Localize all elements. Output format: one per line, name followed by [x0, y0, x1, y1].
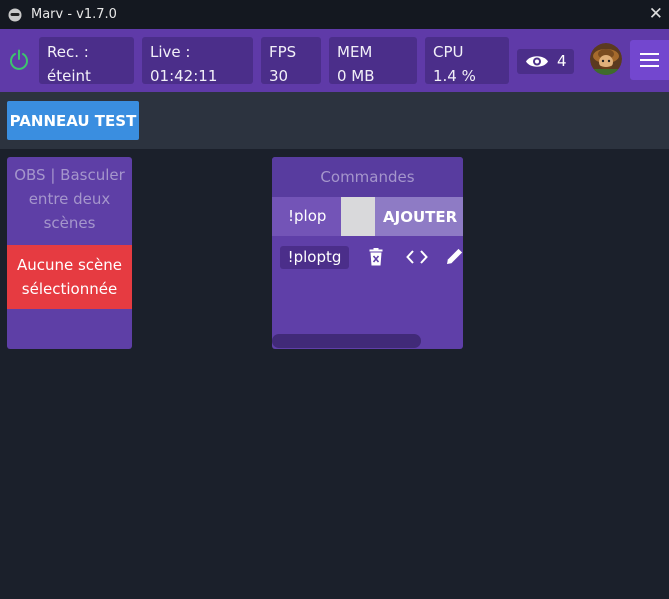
live-status: Live : 01:42:11: [142, 37, 253, 85]
add-command-row: !plop AJOUTER: [272, 197, 463, 236]
mem-status: MEM 0 MB: [329, 37, 417, 85]
viewer-count-value: 4: [557, 52, 567, 70]
window-title: Marv - v1.7.0: [31, 7, 117, 22]
hamburger-line-2: [640, 59, 659, 61]
viewer-count[interactable]: 4: [517, 49, 574, 74]
command-prefix-label: !plop: [272, 197, 341, 236]
live-label: Live :: [150, 43, 191, 61]
rec-label: Rec. :: [47, 43, 89, 61]
obs-widget-title: OBS | Basculer entre deux scènes: [7, 163, 132, 235]
hamburger-line-1: [640, 53, 659, 55]
obs-title-line: entre deux: [28, 190, 111, 208]
horizontal-scrollbar[interactable]: [272, 334, 421, 348]
cpu-label: CPU: [433, 43, 464, 61]
mem-label: MEM: [337, 43, 373, 61]
rec-value: éteint: [47, 67, 91, 85]
power-icon[interactable]: [9, 49, 29, 71]
status-bar: Rec. : éteint Live : 01:42:11 FPS 30 MEM…: [0, 29, 669, 92]
title-bar: Marv - v1.7.0 ✕: [0, 0, 669, 29]
command-item: !ploptg: [280, 246, 349, 269]
add-command-button[interactable]: AJOUTER: [375, 197, 463, 236]
menu-button[interactable]: [630, 40, 669, 80]
commands-widget: Commandes !plop AJOUTER !ploptg: [272, 157, 463, 349]
toolbar: PANNEAU TEST: [0, 92, 669, 149]
obs-switch-widget: OBS | Basculer entre deux scènes Aucune …: [7, 157, 132, 349]
cpu-status: CPU 1.4 %: [425, 37, 509, 85]
hamburger-line-3: [640, 65, 659, 67]
avatar-image-icon: [590, 43, 622, 75]
mem-value: 0 MB: [337, 67, 375, 85]
code-icon[interactable]: [406, 250, 428, 264]
no-scene-alert[interactable]: Aucune scène sélectionnée: [7, 245, 132, 309]
alert-line: Aucune scène: [16, 256, 123, 274]
live-value: 01:42:11: [150, 67, 218, 85]
fps-status: FPS 30: [261, 37, 321, 85]
app-logo-icon: [8, 8, 22, 21]
edit-icon[interactable]: [446, 247, 463, 265]
fps-label: FPS: [269, 43, 297, 61]
avatar[interactable]: [590, 43, 622, 75]
obs-title-line: OBS | Basculer: [14, 166, 125, 184]
fps-value: 30: [269, 67, 289, 85]
command-name-input[interactable]: [341, 197, 375, 236]
commands-title: Commandes: [272, 157, 463, 197]
eye-icon: [526, 56, 548, 67]
obs-title-line: scènes: [43, 214, 96, 232]
cpu-value: 1.4 %: [433, 67, 476, 85]
rec-status: Rec. : éteint: [39, 37, 134, 85]
panel-test-button[interactable]: PANNEAU TEST: [7, 101, 139, 140]
alert-line: sélectionnée: [21, 280, 118, 298]
delete-icon[interactable]: [369, 248, 383, 266]
close-icon[interactable]: ✕: [649, 5, 663, 23]
